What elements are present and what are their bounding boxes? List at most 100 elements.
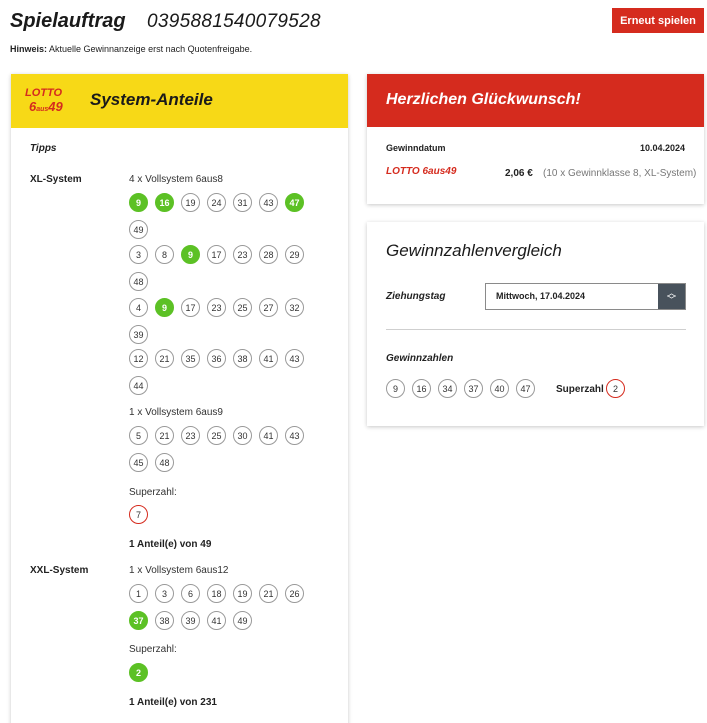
order-number: 0395881540079528	[147, 11, 321, 32]
xxl-superzahl-row: 2	[129, 663, 313, 682]
win-card: Herzlichen Glückwunsch! Gewinndatum 10.0…	[367, 74, 704, 204]
number-ball: 48	[155, 453, 174, 472]
xl-shares: 1 Anteil(e) von 49	[129, 539, 212, 550]
number-ball: 17	[181, 298, 200, 317]
win-date-label: Gewinndatum	[386, 143, 446, 153]
number-ball-hit: 9	[129, 193, 148, 212]
number-ball: 5	[129, 426, 148, 445]
number-ball: 31	[233, 193, 252, 212]
number-ball: 4	[129, 298, 148, 317]
xxl-superzahl-label: Superzahl:	[129, 644, 177, 655]
number-ball-hit: 9	[155, 298, 174, 317]
number-ball: 30	[233, 426, 252, 445]
winning-numbers-label: Gewinnzahlen	[386, 353, 454, 364]
number-ball: 43	[285, 349, 304, 368]
number-ball: 25	[207, 426, 226, 445]
number-ball: 39	[129, 325, 148, 344]
number-ball: 16	[412, 379, 431, 398]
number-ball: 36	[207, 349, 226, 368]
number-ball: 28	[259, 245, 278, 264]
xl-tip-row: 3 8 9 17 23 28 29 48	[129, 245, 313, 291]
replay-button[interactable]: Erneut spielen	[612, 8, 704, 33]
number-ball-hit: 37	[129, 611, 148, 630]
number-ball: 32	[285, 298, 304, 317]
superzahl-ball: 2	[129, 663, 148, 682]
number-ball: 8	[155, 245, 174, 264]
divider	[386, 329, 686, 330]
number-ball: 24	[207, 193, 226, 212]
tipps-label: Tipps	[30, 143, 57, 154]
lotto-6aus49-logo: LOTTO 6aus49	[386, 166, 457, 177]
page-title: Spielauftrag	[10, 10, 126, 32]
number-ball: 48	[129, 272, 148, 291]
xxl-group-label: 1 x Vollsystem 6aus12	[129, 565, 229, 576]
xl-system-label: XL-System	[30, 174, 82, 185]
number-ball: 19	[233, 584, 252, 603]
number-ball: 37	[464, 379, 483, 398]
number-ball: 43	[285, 426, 304, 445]
number-ball: 39	[181, 611, 200, 630]
number-ball: 23	[181, 426, 200, 445]
xl-superzahl-row: 7	[129, 505, 313, 524]
comparison-title: Gewinnzahlenvergleich	[386, 241, 562, 260]
number-ball: 1	[129, 584, 148, 603]
win-detail: (10 x Gewinnklasse 8, XL-System)	[543, 168, 697, 179]
comparison-card: Gewinnzahlenvergleich Ziehungstag Mittwo…	[367, 222, 704, 426]
number-ball: 6	[181, 584, 200, 603]
lotto-logo-text: LOTTO	[25, 87, 63, 99]
number-ball: 9	[386, 379, 405, 398]
superzahl-ball: 2	[606, 379, 625, 398]
system-shares-title: System-Anteile	[90, 90, 213, 109]
xl-tip-row: 4 9 17 23 25 27 32 39	[129, 298, 313, 344]
system-shares-card: LOTTO 6aus49 System-Anteile Tipps XL-Sys…	[11, 74, 348, 723]
hint-message: Aktuelle Gewinnanzeige erst nach Quotenf…	[47, 44, 253, 54]
number-ball: 41	[207, 611, 226, 630]
number-ball: 17	[207, 245, 226, 264]
xl-tip-row: 12 21 35 36 38 41 43 44	[129, 349, 313, 395]
number-ball: 44	[129, 376, 148, 395]
congrats-header: Herzlichen Glückwunsch!	[367, 74, 704, 127]
number-ball: 27	[259, 298, 278, 317]
xl-superzahl-label: Superzahl:	[129, 487, 177, 498]
number-ball: 38	[233, 349, 252, 368]
congrats-title: Herzlichen Glückwunsch!	[386, 91, 581, 108]
number-ball: 34	[438, 379, 457, 398]
number-ball: 49	[129, 220, 148, 239]
number-ball-hit: 16	[155, 193, 174, 212]
number-ball: 47	[516, 379, 535, 398]
number-ball: 35	[181, 349, 200, 368]
xl-tip-row: 9 16 19 24 31 43 47 49	[129, 193, 313, 239]
xxl-tip-row: 1 3 6 18 19 21 26 37 38 39 41 49	[129, 584, 313, 630]
select-arrows-icon[interactable]: ︿ ﹀	[658, 284, 685, 309]
number-ball: 40	[490, 379, 509, 398]
number-ball: 41	[259, 349, 278, 368]
xl-tip-row: 5 21 23 25 30 41 43 45 48	[129, 426, 313, 472]
number-ball: 21	[259, 584, 278, 603]
winning-numbers: 9 16 34 37 40 47	[386, 379, 535, 398]
number-ball-hit: 47	[285, 193, 304, 212]
lotto-logo-6aus49: 6aus49	[29, 99, 63, 114]
draw-day-label: Ziehungstag	[386, 291, 446, 302]
number-ball: 23	[233, 245, 252, 264]
number-ball: 49	[233, 611, 252, 630]
xxl-system-label: XXL-System	[30, 565, 89, 576]
superzahl-label: Superzahl	[556, 384, 604, 395]
number-ball: 25	[233, 298, 252, 317]
number-ball: 18	[207, 584, 226, 603]
hint-text: Hinweis: Aktuelle Gewinnanzeige erst nac…	[10, 44, 252, 54]
number-ball: 12	[129, 349, 148, 368]
draw-day-select[interactable]: Mittwoch, 17.04.2024 ︿ ﹀	[485, 283, 686, 310]
system-shares-header: LOTTO 6aus49 System-Anteile	[11, 74, 348, 128]
number-ball: 26	[285, 584, 304, 603]
draw-day-value: Mittwoch, 17.04.2024	[496, 291, 586, 301]
hint-label: Hinweis:	[10, 44, 48, 54]
number-ball: 43	[259, 193, 278, 212]
number-ball: 3	[155, 584, 174, 603]
xl-group2-label: 1 x Vollsystem 6aus9	[129, 407, 223, 418]
number-ball-hit: 9	[181, 245, 200, 264]
win-date-value: 10.04.2024	[639, 143, 685, 153]
number-ball: 21	[155, 426, 174, 445]
win-amount: 2,06 €	[505, 168, 533, 179]
number-ball: 19	[181, 193, 200, 212]
lotto-logo: LOTTO 6aus49	[25, 87, 83, 117]
